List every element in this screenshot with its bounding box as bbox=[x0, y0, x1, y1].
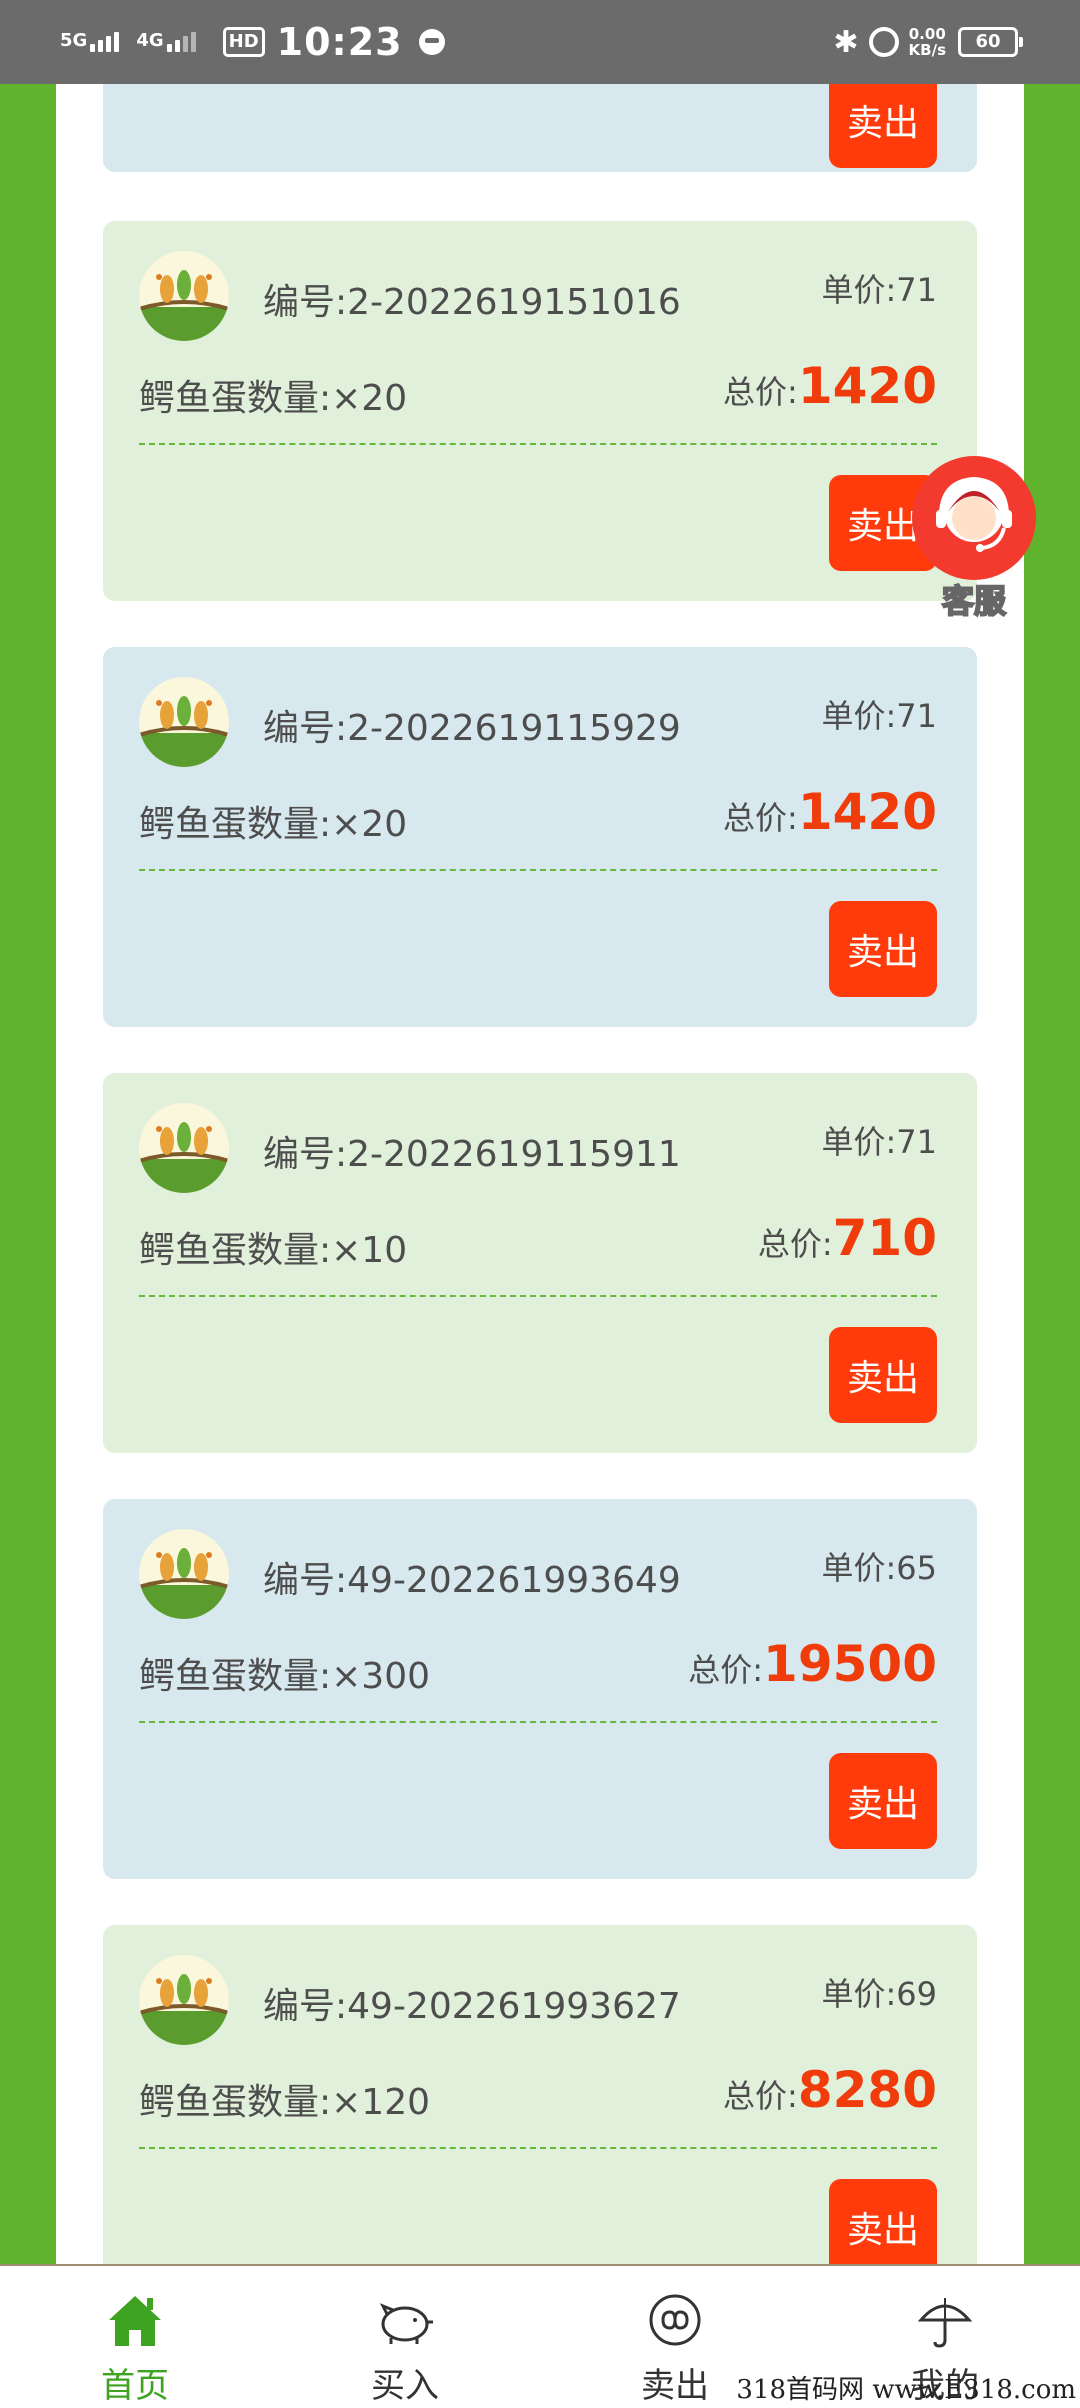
piggy-bank-icon bbox=[373, 2288, 437, 2352]
crocodile-egg-logo-icon bbox=[139, 251, 229, 341]
order-number: 编号:49-202261993627 bbox=[263, 1986, 681, 2027]
crocodile-egg-logo-icon bbox=[139, 1103, 229, 1193]
signal-5g-icon: 5G bbox=[60, 32, 122, 52]
egg-quantity: 鳄鱼蛋数量:×120 bbox=[139, 2082, 431, 2123]
nav-label-sell: 卖出 bbox=[641, 2366, 709, 2406]
dashed-divider bbox=[139, 1295, 937, 1297]
unit-price: 单价:71 bbox=[821, 697, 937, 735]
unit-price: 单价:71 bbox=[821, 1123, 937, 1161]
status-bar-left: 5G 4G HD 10:23 bbox=[60, 18, 445, 66]
total-price-value: 19500 bbox=[763, 1635, 937, 1693]
order-list[interactable]: 卖出 编号:2-2022619151016 单价:71 鳄鱼蛋数量:×20 总价… bbox=[56, 84, 1024, 2264]
sell-button[interactable]: 卖出 bbox=[829, 84, 937, 168]
order-card: 编号:2-2022619115929 单价:71 鳄鱼蛋数量:×20 总价: 1… bbox=[103, 647, 977, 1027]
total-price: 总价: 1420 bbox=[723, 783, 937, 841]
egg-quantity: 鳄鱼蛋数量:×20 bbox=[139, 378, 408, 419]
dashed-divider bbox=[139, 1721, 937, 1723]
nav-item-buy[interactable]: 买入 bbox=[270, 2266, 540, 2408]
total-price-value: 1420 bbox=[797, 783, 937, 841]
total-price-label: 总价: bbox=[757, 1225, 833, 1263]
total-price: 总价: 8280 bbox=[723, 2061, 937, 2119]
hd-voice-icon: HD bbox=[222, 27, 265, 57]
nav-label-buy: 买入 bbox=[371, 2366, 439, 2406]
battery-icon: 60 bbox=[958, 27, 1023, 57]
home-icon bbox=[103, 2288, 167, 2352]
signal-4g-icon: 4G bbox=[136, 32, 198, 52]
crocodile-egg-logo-icon bbox=[139, 1955, 229, 2045]
customer-service-button[interactable]: 客服 bbox=[912, 456, 1036, 621]
dashed-divider bbox=[139, 443, 937, 445]
total-price-label: 总价: bbox=[723, 373, 798, 411]
total-price-value: 8280 bbox=[797, 2061, 937, 2119]
dashed-divider bbox=[139, 2147, 937, 2149]
status-bar-right: ✱ 0.00 KB/s 60 bbox=[833, 18, 1023, 66]
order-number: 编号:49-202261993649 bbox=[263, 1560, 681, 1601]
nav-label-home: 首页 bbox=[101, 2366, 169, 2406]
order-number: 编号:2-2022619115929 bbox=[263, 708, 681, 749]
egg-quantity: 鳄鱼蛋数量:×10 bbox=[139, 1230, 408, 1271]
order-card: 编号:2-2022619151016 单价:71 鳄鱼蛋数量:×20 总价: 1… bbox=[103, 221, 977, 601]
order-card: 卖出 bbox=[103, 84, 977, 172]
sell-button[interactable]: 卖出 bbox=[829, 2179, 937, 2264]
sell-button[interactable]: 卖出 bbox=[829, 1753, 937, 1849]
total-price-label: 总价: bbox=[688, 1651, 764, 1689]
unit-price: 单价:65 bbox=[821, 1549, 937, 1587]
egg-quantity: 鳄鱼蛋数量:×20 bbox=[139, 804, 408, 845]
crocodile-egg-logo-icon bbox=[139, 677, 229, 767]
total-price-label: 总价: bbox=[723, 2077, 798, 2115]
crocodile-egg-logo-icon bbox=[139, 1529, 229, 1619]
alarm-icon bbox=[868, 27, 899, 57]
order-card: 编号:2-2022619115911 单价:71 鳄鱼蛋数量:×10 总价: 7… bbox=[103, 1073, 977, 1453]
unit-price: 单价:69 bbox=[821, 1975, 937, 2013]
total-price: 总价: 1420 bbox=[723, 357, 937, 415]
order-card: 编号:49-202261993649 单价:65 鳄鱼蛋数量:×300 总价: … bbox=[103, 1499, 977, 1879]
umbrella-icon bbox=[913, 2288, 977, 2352]
order-number: 编号:2-2022619151016 bbox=[263, 282, 681, 323]
sell-icon bbox=[643, 2288, 707, 2352]
egg-quantity: 鳄鱼蛋数量:×300 bbox=[139, 1656, 431, 1697]
signal-4g-label: 4G bbox=[136, 30, 164, 51]
status-bar: 5G 4G HD 10:23 ✱ 0.00 KB/s 60 bbox=[0, 0, 1080, 84]
watermark: 318首码网 www.E318.com bbox=[736, 2375, 1076, 2405]
bluetooth-icon: ✱ bbox=[833, 24, 859, 60]
order-card: 编号:49-202261993627 单价:69 鳄鱼蛋数量:×120 总价: … bbox=[103, 1925, 977, 2264]
nav-item-home[interactable]: 首页 bbox=[0, 2266, 270, 2408]
total-price: 总价: 710 bbox=[758, 1209, 937, 1267]
dashed-divider bbox=[139, 869, 937, 871]
total-price: 总价: 19500 bbox=[688, 1635, 937, 1693]
customer-service-icon bbox=[912, 456, 1036, 580]
notification-app-icon bbox=[418, 29, 445, 55]
order-number: 编号:2-2022619115911 bbox=[263, 1134, 681, 1175]
total-price-value: 1420 bbox=[797, 357, 937, 415]
unit-price: 单价:71 bbox=[821, 271, 937, 309]
signal-5g-label: 5G bbox=[60, 30, 88, 51]
sell-button[interactable]: 卖出 bbox=[829, 1327, 937, 1423]
net-speed-value: 0.00 bbox=[908, 25, 946, 43]
sell-button[interactable]: 卖出 bbox=[829, 901, 937, 997]
total-price-label: 总价: bbox=[723, 799, 798, 837]
customer-service-label: 客服 bbox=[941, 581, 1007, 621]
net-speed-unit: KB/s bbox=[908, 41, 946, 59]
total-price-value: 710 bbox=[832, 1209, 937, 1267]
clock-time: 10:23 bbox=[276, 20, 403, 64]
net-speed: 0.00 KB/s bbox=[909, 26, 946, 58]
